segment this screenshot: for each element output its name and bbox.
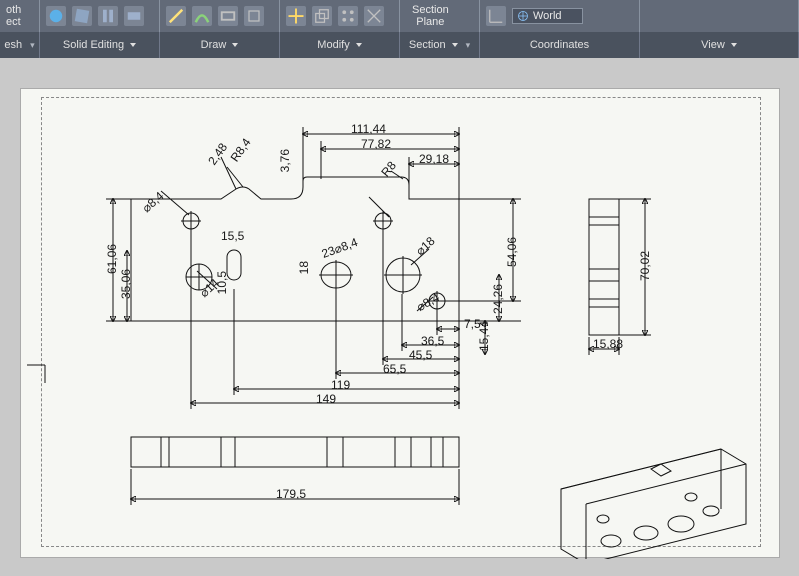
- panel-label-section[interactable]: Section▾: [400, 32, 480, 58]
- dim-15-88: 15,88: [593, 337, 623, 351]
- ribbon-panel-labels: esh▾ Solid Editing Draw Modify Section▾ …: [0, 32, 799, 58]
- drawing-content: 111,44 77,82 29,18 2,48 R8,4 3,76 R8 ⌀8,…: [21, 89, 779, 557]
- draw-line-icon[interactable]: [166, 6, 186, 26]
- dim-3-76: 3,76: [278, 149, 292, 172]
- drawing-canvas[interactable]: 111,44 77,82 29,18 2,48 R8,4 3,76 R8 ⌀8,…: [0, 58, 799, 576]
- panel-label-coordinates[interactable]: Coordinates: [480, 32, 640, 58]
- panel-label-solid-editing[interactable]: Solid Editing: [40, 32, 160, 58]
- dim-15-44: 15,44: [477, 321, 491, 351]
- ribbon-panel-draw: [160, 0, 280, 32]
- solid-edit-tool-1-icon[interactable]: [46, 6, 66, 26]
- solid-edit-tool-3-icon[interactable]: [98, 6, 118, 26]
- dim-18: 18: [297, 261, 311, 274]
- ribbon-panel-section: Section Plane: [400, 0, 480, 32]
- draw-rect-icon[interactable]: [218, 6, 238, 26]
- ribbon-panel-modify: [280, 0, 400, 32]
- ribbon: othect Section Plane World: [0, 0, 799, 32]
- panel-label-view[interactable]: View: [640, 32, 799, 58]
- dim-35-06: 35,06: [119, 269, 133, 299]
- modify-move-icon[interactable]: [286, 6, 306, 26]
- dim-149: 149: [316, 392, 336, 406]
- panel-label-modify[interactable]: Modify: [280, 32, 400, 58]
- dim-65-5: 65,5: [383, 362, 406, 376]
- panel-label-draw[interactable]: Draw: [160, 32, 280, 58]
- dim-29-18: 29,18: [419, 152, 449, 166]
- dim-111-44: 111,44: [351, 122, 386, 136]
- dim-24-26: 24,26: [491, 284, 505, 314]
- modify-copy-icon[interactable]: [312, 6, 332, 26]
- dim-179-5: 179,5: [276, 487, 306, 501]
- dim-54-06: 54,06: [505, 237, 519, 267]
- dim-36-5: 36,5: [421, 334, 444, 348]
- dim-45-5: 45,5: [409, 348, 432, 362]
- ribbon-partial-text: othect: [6, 4, 21, 28]
- ribbon-panel-coordinates: World: [480, 0, 640, 32]
- dim-70-02: 70,02: [638, 251, 652, 281]
- dim-77-82: 77,82: [361, 137, 391, 151]
- dim-10-5: 10,5: [215, 271, 229, 294]
- draw-tool-4-icon[interactable]: [244, 6, 264, 26]
- solid-edit-tool-4-icon[interactable]: [124, 6, 144, 26]
- dim-119: 119: [331, 378, 350, 392]
- world-selector[interactable]: World: [512, 8, 583, 24]
- ucs-icon[interactable]: [486, 6, 506, 26]
- solid-edit-tool-2-icon[interactable]: [72, 6, 92, 26]
- ribbon-panel-view: [640, 0, 799, 32]
- modify-array-icon[interactable]: [338, 6, 358, 26]
- panel-label-mesh[interactable]: esh▾: [0, 32, 40, 58]
- modify-trim-icon[interactable]: [364, 6, 384, 26]
- section-plane-button[interactable]: Section Plane: [406, 2, 455, 30]
- globe-icon: [517, 10, 529, 22]
- draw-arc-icon[interactable]: [192, 6, 212, 26]
- paper-sheet: 111,44 77,82 29,18 2,48 R8,4 3,76 R8 ⌀8,…: [20, 88, 780, 558]
- dim-15-5: 15,5: [221, 229, 244, 243]
- dim-61-06: 61,06: [105, 244, 119, 274]
- ribbon-panel-mesh-partial: othect: [0, 0, 40, 32]
- ribbon-panel-solid-editing: [40, 0, 160, 32]
